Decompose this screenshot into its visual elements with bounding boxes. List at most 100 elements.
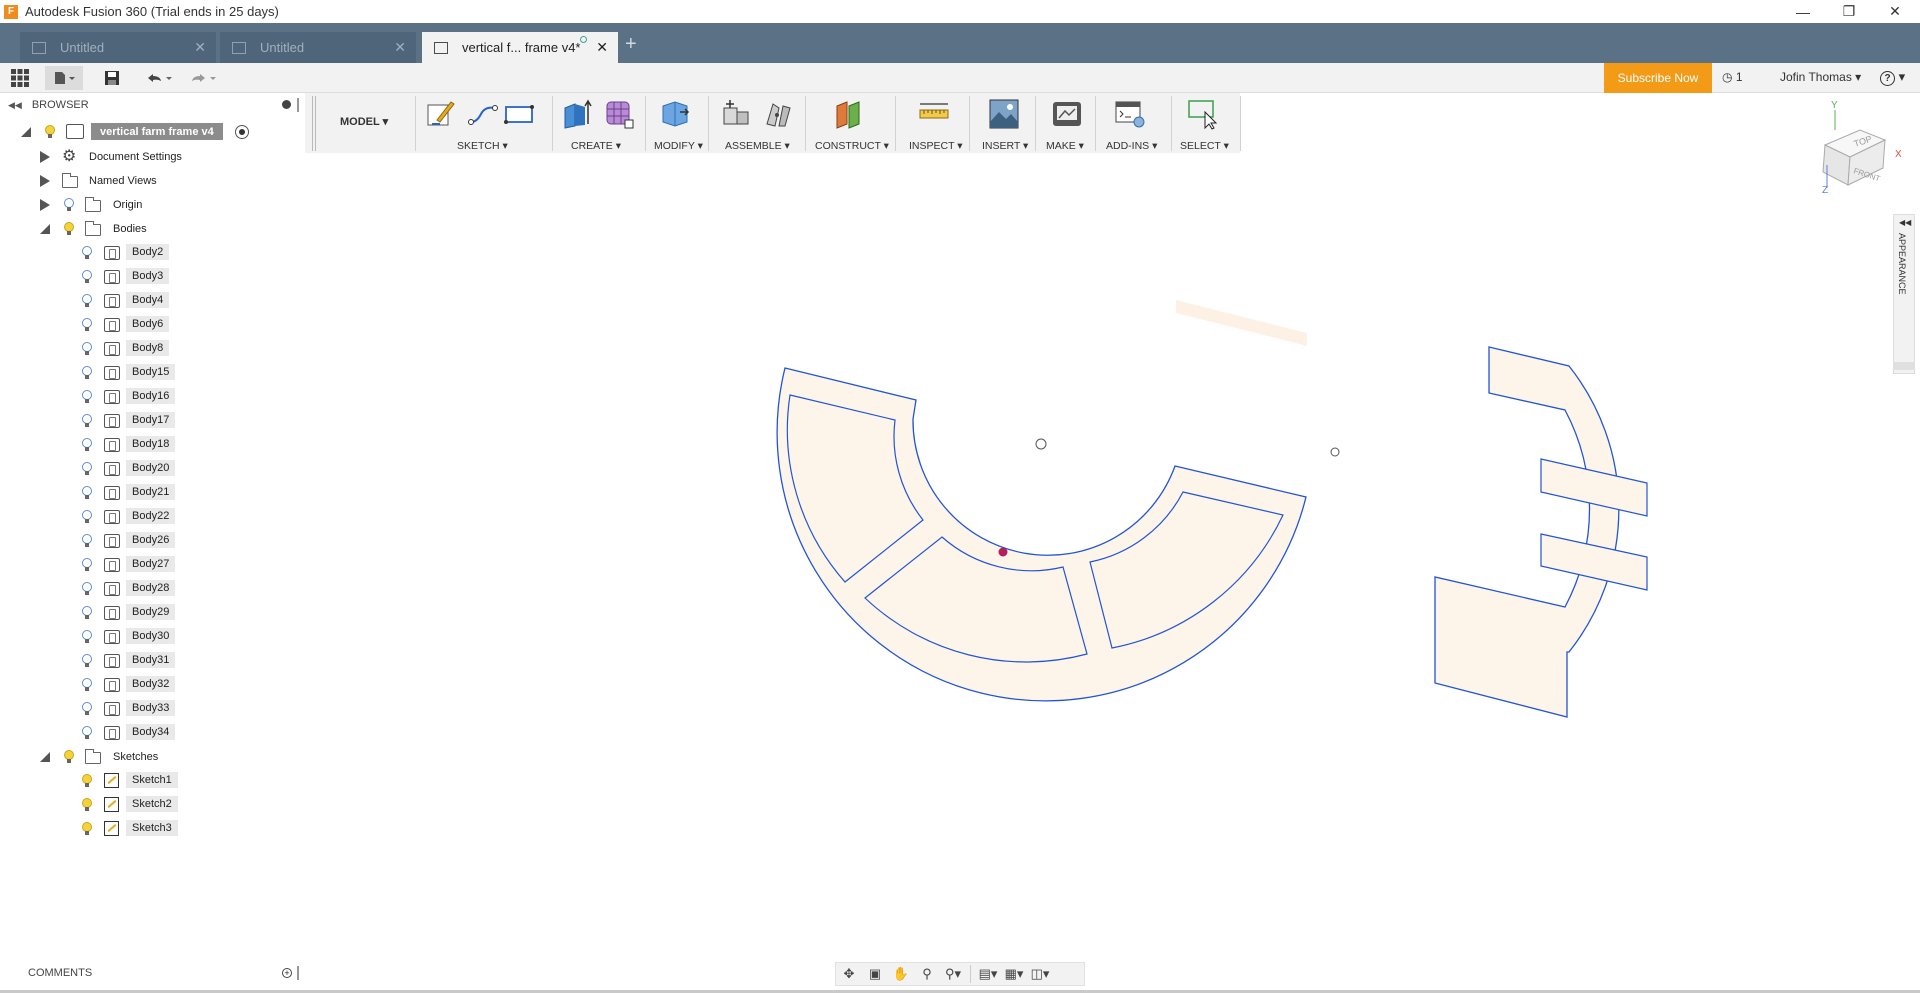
tree-body-row[interactable]: Body2: [0, 243, 300, 263]
visibility-bulb-icon[interactable]: [82, 390, 92, 403]
appearance-panel[interactable]: ◀◀ APPEARANCE: [1893, 214, 1915, 374]
tree-bodies-folder[interactable]: Bodies: [0, 219, 300, 239]
form-icon[interactable]: [603, 98, 635, 130]
tab-vertical-farm-frame[interactable]: vertical f... frame v4* ✕: [422, 32, 618, 63]
origin-point-icon[interactable]: [1330, 447, 1340, 457]
activate-component-radio[interactable]: [235, 125, 249, 139]
panel-resize-handle[interactable]: [297, 98, 299, 112]
tree-body-row[interactable]: Body16: [0, 387, 300, 407]
line-tool-icon[interactable]: [467, 98, 499, 130]
tree-document-settings[interactable]: ⚙ Document Settings: [0, 147, 300, 167]
visibility-bulb-icon[interactable]: [82, 294, 92, 307]
insert-menu[interactable]: INSERT ▾: [982, 140, 1028, 152]
tree-named-views[interactable]: Named Views: [0, 171, 300, 191]
extrude-icon[interactable]: [561, 98, 593, 130]
tree-body-row[interactable]: Body30: [0, 627, 300, 647]
tab-untitled-1[interactable]: Untitled ✕: [20, 32, 216, 63]
visibility-bulb-icon[interactable]: [82, 318, 92, 331]
help-button[interactable]: ? ▾: [1880, 69, 1905, 86]
tree-body-row[interactable]: Body26: [0, 531, 300, 551]
panel-resize-handle[interactable]: [297, 966, 299, 980]
display-settings-icon[interactable]: ▤▾: [975, 964, 1001, 984]
visibility-bulb-icon[interactable]: [82, 774, 92, 787]
tree-body-row[interactable]: Body4: [0, 291, 300, 311]
tree-body-row[interactable]: Body22: [0, 507, 300, 527]
collapse-panel-icon[interactable]: ◀◀: [8, 100, 22, 111]
add-ins-menu[interactable]: ADD-INS ▾: [1106, 140, 1157, 152]
redo-icon[interactable]: [186, 66, 220, 90]
visibility-bulb-icon[interactable]: [82, 702, 92, 715]
visibility-bulb-icon[interactable]: [82, 510, 92, 523]
bracket-body[interactable]: [1434, 346, 1620, 718]
tree-body-row[interactable]: Body20: [0, 459, 300, 479]
new-tab-button[interactable]: +: [625, 33, 637, 56]
origin-point-icon[interactable]: [1035, 438, 1047, 450]
expand-panel-icon[interactable]: ◀◀: [1899, 218, 1911, 227]
pan-hand-icon[interactable]: ✋: [888, 964, 914, 984]
tree-origin[interactable]: Origin: [0, 195, 300, 215]
visibility-bulb-icon[interactable]: [82, 726, 92, 739]
select-menu[interactable]: SELECT ▾: [1180, 140, 1229, 152]
add-comment-icon[interactable]: +: [282, 968, 292, 978]
sketch-menu[interactable]: SKETCH ▾: [457, 140, 508, 152]
tree-body-row[interactable]: Body21: [0, 483, 300, 503]
visibility-bulb-icon[interactable]: [82, 654, 92, 667]
visibility-bulb-icon[interactable]: [82, 534, 92, 547]
visibility-bulb-icon[interactable]: [82, 246, 92, 259]
assemble-menu[interactable]: ASSEMBLE ▾: [725, 140, 790, 152]
measure-icon[interactable]: [918, 98, 950, 130]
file-menu-button[interactable]: [45, 66, 83, 90]
tree-body-row[interactable]: Body27: [0, 555, 300, 575]
tree-body-row[interactable]: Body6: [0, 315, 300, 335]
3d-print-icon[interactable]: [1051, 98, 1083, 130]
visibility-bulb-icon[interactable]: [45, 125, 55, 138]
grid-settings-icon[interactable]: ▦▾: [1001, 964, 1027, 984]
tree-body-row[interactable]: Body29: [0, 603, 300, 623]
visibility-bulb-icon[interactable]: [82, 798, 92, 811]
modify-menu[interactable]: MODIFY ▾: [654, 140, 703, 152]
create-menu[interactable]: CREATE ▾: [571, 140, 621, 152]
sketch-point[interactable]: [998, 547, 1008, 557]
undo-icon[interactable]: [142, 66, 176, 90]
tree-sketches-folder[interactable]: Sketches: [0, 747, 300, 767]
visibility-bulb-icon[interactable]: [64, 750, 74, 763]
tree-sketch-row[interactable]: Sketch1: [0, 771, 300, 791]
close-tab-icon[interactable]: ✕: [194, 39, 206, 56]
visibility-bulb-icon[interactable]: [82, 414, 92, 427]
save-icon[interactable]: [100, 66, 124, 90]
close-window-button[interactable]: ✕: [1872, 0, 1918, 23]
visibility-bulb-icon[interactable]: [82, 366, 92, 379]
visibility-bulb-icon[interactable]: [82, 630, 92, 643]
data-panel-grid-icon[interactable]: [8, 66, 32, 90]
tree-sketch-row[interactable]: Sketch2: [0, 795, 300, 815]
tree-body-row[interactable]: Body34: [0, 723, 300, 743]
tree-body-row[interactable]: Body18: [0, 435, 300, 455]
visibility-bulb-icon[interactable]: [82, 342, 92, 355]
tree-sketch-row[interactable]: Sketch3: [0, 819, 300, 839]
orbit-icon[interactable]: ✥: [836, 964, 862, 984]
minimize-button[interactable]: —: [1780, 0, 1826, 23]
select-icon[interactable]: [1187, 98, 1219, 130]
look-at-icon[interactable]: ▣: [862, 964, 888, 984]
side-scroll-handle[interactable]: [1893, 362, 1915, 370]
construct-menu[interactable]: CONSTRUCT ▾: [815, 140, 889, 152]
collapse-arrow-icon[interactable]: [40, 752, 50, 762]
restore-button[interactable]: ❐: [1826, 0, 1872, 23]
visibility-bulb-icon[interactable]: [82, 678, 92, 691]
zoom-icon[interactable]: ⚲: [914, 964, 940, 984]
visibility-bulb-icon[interactable]: [82, 558, 92, 571]
visibility-bulb-icon[interactable]: [64, 198, 74, 211]
close-tab-icon[interactable]: ✕: [596, 39, 608, 56]
rectangle-tool-icon[interactable]: [503, 98, 535, 130]
workspace-switcher[interactable]: MODEL ▾: [340, 115, 388, 128]
scripts-addins-icon[interactable]: [1114, 98, 1146, 130]
visibility-bulb-icon[interactable]: [82, 606, 92, 619]
expand-arrow-icon[interactable]: [40, 175, 50, 187]
tab-untitled-2[interactable]: Untitled ✕: [220, 32, 416, 63]
insert-image-icon[interactable]: [988, 98, 1020, 130]
expand-arrow-icon[interactable]: [40, 151, 50, 163]
visibility-bulb-icon[interactable]: [82, 438, 92, 451]
viewcube[interactable]: TOP FRONT Y X Z: [1815, 100, 1905, 195]
visibility-bulb-icon[interactable]: [64, 222, 74, 235]
viewports-icon[interactable]: ◫▾: [1027, 964, 1053, 984]
